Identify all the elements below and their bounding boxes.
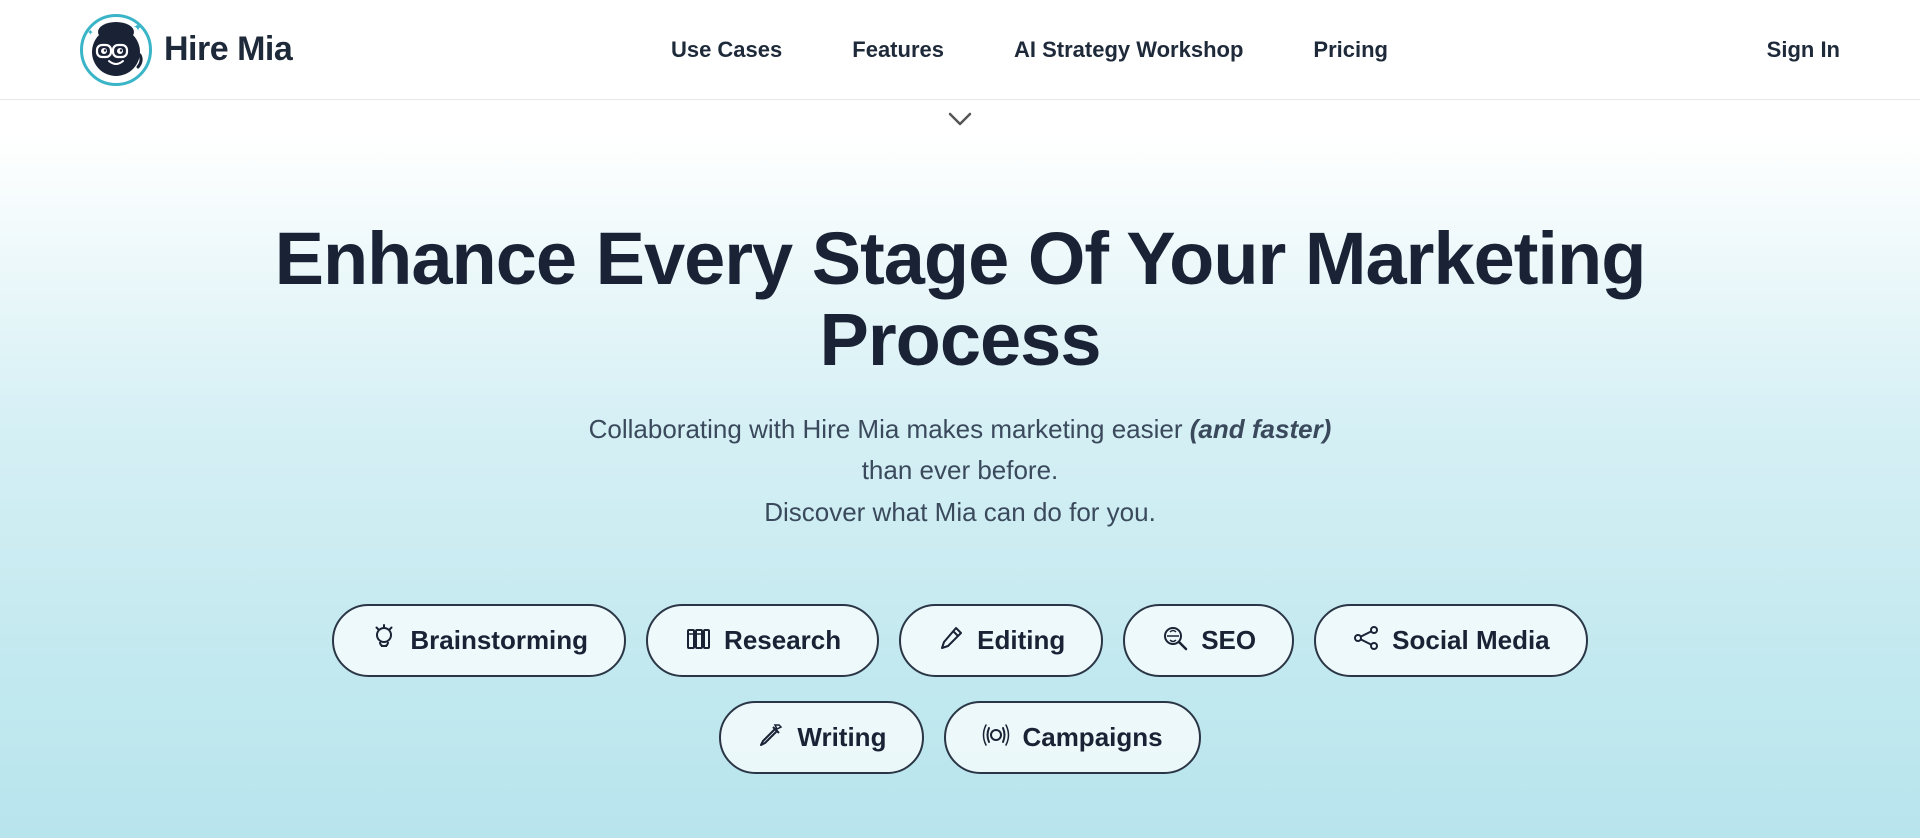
campaigns-icon [982, 721, 1010, 754]
bulb-icon [370, 624, 398, 657]
pill-research[interactable]: Research [646, 604, 879, 677]
seo-icon [1161, 624, 1189, 657]
pill-editing[interactable]: Editing [899, 604, 1103, 677]
pills-row-2: Writing Campaigns [719, 701, 1200, 774]
nav-ai-workshop[interactable]: AI Strategy Workshop [1014, 37, 1243, 63]
books-icon [684, 624, 712, 657]
signin-link[interactable]: Sign In [1767, 37, 1840, 63]
pills-row-1: Brainstorming Research [332, 604, 1587, 677]
logo-icon: ✦ ✦ [83, 17, 149, 83]
pill-writing[interactable]: Writing [719, 701, 924, 774]
pill-campaigns[interactable]: Campaigns [944, 701, 1200, 774]
pill-seo[interactable]: SEO [1123, 604, 1294, 677]
nav-features[interactable]: Features [852, 37, 944, 63]
site-header: ✦ ✦ Hire Mia Use Cases Features AI Strat… [0, 0, 1920, 100]
main-nav: Use Cases Features AI Strategy Workshop … [671, 37, 1388, 63]
edit-icon [757, 721, 785, 754]
pill-social-media[interactable]: Social Media [1314, 604, 1588, 677]
nav-use-cases[interactable]: Use Cases [671, 37, 782, 63]
svg-text:✦: ✦ [133, 20, 143, 34]
logo-circle: ✦ ✦ [80, 14, 152, 86]
pencil-icon [937, 624, 965, 657]
hero-headline: Enhance Every Stage Of Your Marketing Pr… [260, 218, 1660, 381]
pill-brainstorming[interactable]: Brainstorming [332, 604, 626, 677]
logo-text: Hire Mia [164, 30, 292, 69]
hero-section: Enhance Every Stage Of Your Marketing Pr… [0, 138, 1920, 838]
chevron-bar [0, 100, 1920, 138]
nav-pricing[interactable]: Pricing [1313, 37, 1388, 63]
share-icon [1352, 624, 1380, 657]
chevron-down-icon[interactable] [948, 112, 972, 126]
logo-area: ✦ ✦ Hire Mia [80, 14, 292, 86]
svg-text:✦: ✦ [87, 28, 94, 37]
hero-subheadline: Collaborating with Hire Mia makes market… [560, 409, 1360, 534]
